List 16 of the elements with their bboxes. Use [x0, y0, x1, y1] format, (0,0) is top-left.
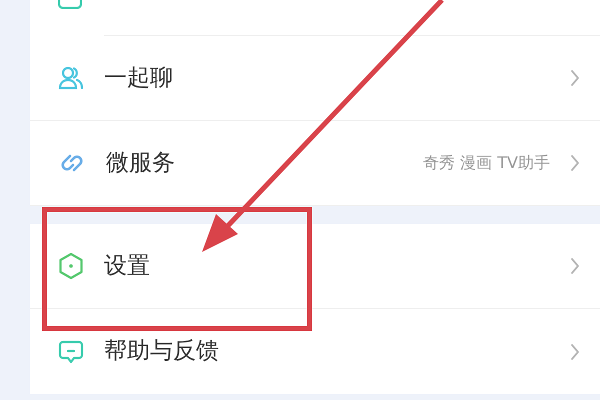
menu-item[interactable]: 帮助与反馈	[30, 309, 600, 394]
people-icon	[58, 65, 84, 91]
chevron-right-icon	[570, 154, 580, 172]
menu-label: 一起聊	[104, 64, 173, 93]
partial-icon	[58, 0, 82, 9]
menu-item[interactable]: 一起聊	[30, 36, 600, 121]
menu-item[interactable]: 微服务 奇秀 漫画 TV助手	[30, 121, 600, 206]
chevron-right-icon	[570, 257, 580, 275]
menu-detail: 奇秀 漫画 TV助手	[423, 152, 550, 174]
menu-label: 帮助与反馈	[104, 337, 219, 366]
chevron-right-icon	[570, 69, 580, 87]
hexagon-icon	[58, 252, 84, 280]
chevron-right-icon	[570, 342, 580, 360]
menu-label: 微服务	[106, 148, 175, 178]
menu-label: 设置	[104, 252, 150, 281]
chat-icon	[58, 338, 84, 364]
